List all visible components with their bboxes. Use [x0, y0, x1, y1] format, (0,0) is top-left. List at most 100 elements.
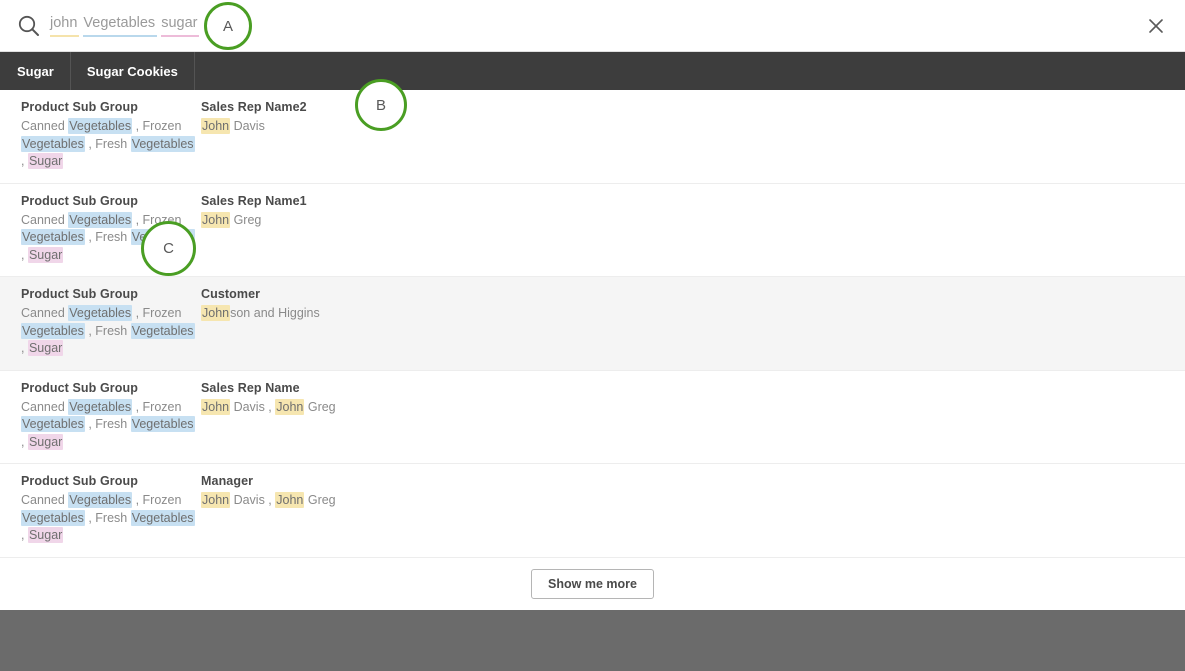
- search-result-row[interactable]: Product Sub Group Canned Vegetables , Fro…: [0, 464, 1185, 558]
- result-field-name: Manager: [201, 474, 1185, 488]
- left-text: Canned: [21, 119, 68, 133]
- right-text: Greg: [304, 400, 335, 414]
- result-field-name: Product Sub Group: [21, 194, 200, 208]
- left-match-veg: Vegetables: [131, 416, 195, 432]
- search-overlay-screen: UK USA Sales Margin (%) 0 0 2012-Jan2012…: [0, 0, 1185, 671]
- show-more-row: Show me more: [0, 558, 1185, 610]
- left-match-veg: Vegetables: [21, 416, 85, 432]
- left-text: , Frozen: [132, 493, 181, 507]
- annotation-marker-a: A: [204, 2, 252, 50]
- result-field-right: Sales Rep Name1 John Greg: [200, 194, 1185, 230]
- left-match-veg: Vegetables: [21, 136, 85, 152]
- left-text: , Fresh: [85, 324, 131, 338]
- search-input[interactable]: john Vegetables sugar: [50, 14, 203, 37]
- left-text: ,: [21, 154, 28, 168]
- result-field-name: Product Sub Group: [21, 381, 200, 395]
- result-tabs: Sugar Sugar Cookies: [0, 52, 1185, 90]
- left-text: Canned: [21, 493, 68, 507]
- result-field-right: Sales Rep Name2 John Davis: [200, 100, 1185, 136]
- left-match-sug: Sugar: [28, 153, 63, 169]
- result-field-values: John Davis: [201, 118, 1185, 136]
- left-match-veg: Vegetables: [131, 323, 195, 339]
- result-field-right: Customer Johnson and Higgins: [200, 287, 1185, 323]
- right-text: Greg: [304, 493, 335, 507]
- left-text: , Frozen: [132, 306, 181, 320]
- left-match-veg: Vegetables: [68, 399, 132, 415]
- right-match-john: John: [201, 492, 230, 508]
- left-match-veg: Vegetables: [131, 136, 195, 152]
- right-text: Davis: [230, 119, 265, 133]
- result-field-values: Canned Vegetables , Frozen Vegetables , …: [21, 399, 200, 452]
- search-bar[interactable]: john Vegetables sugar: [0, 0, 1185, 52]
- result-field-left: Product Sub Group Canned Vegetables , Fro…: [0, 381, 200, 452]
- right-match-john: John: [201, 118, 230, 134]
- result-field-left: Product Sub Group Canned Vegetables , Fro…: [0, 287, 200, 358]
- result-field-name: Product Sub Group: [21, 100, 200, 114]
- left-text: ,: [21, 435, 28, 449]
- left-text: , Frozen: [132, 119, 181, 133]
- right-text: Davis ,: [230, 400, 275, 414]
- left-match-veg: Vegetables: [68, 212, 132, 228]
- search-term-sugar[interactable]: sugar: [161, 14, 199, 37]
- left-match-veg: Vegetables: [131, 510, 195, 526]
- left-match-veg: Vegetables: [68, 305, 132, 321]
- search-results-list: Product Sub Group Canned Vegetables , Fro…: [0, 90, 1185, 558]
- left-match-veg: Vegetables: [21, 510, 85, 526]
- left-text: Canned: [21, 213, 68, 227]
- search-term-vegetables[interactable]: Vegetables: [83, 14, 157, 37]
- result-field-values: Canned Vegetables , Frozen Vegetables , …: [21, 492, 200, 545]
- search-result-row[interactable]: Product Sub Group Canned Vegetables , Fro…: [0, 277, 1185, 371]
- result-field-name: Product Sub Group: [21, 287, 200, 301]
- result-field-name: Customer: [201, 287, 1185, 301]
- left-match-sug: Sugar: [28, 527, 63, 543]
- search-result-row[interactable]: Product Sub Group Canned Vegetables , Fro…: [0, 371, 1185, 465]
- left-match-veg: Vegetables: [21, 323, 85, 339]
- left-text: Canned: [21, 400, 68, 414]
- result-field-values: Canned Vegetables , Frozen Vegetables , …: [21, 305, 200, 358]
- show-me-more-button[interactable]: Show me more: [531, 569, 654, 599]
- right-match-john: John: [201, 305, 230, 321]
- tab-sugar-cookies[interactable]: Sugar Cookies: [71, 52, 195, 90]
- left-text: ,: [21, 528, 28, 542]
- left-match-sug: Sugar: [28, 434, 63, 450]
- left-match-sug: Sugar: [28, 340, 63, 356]
- left-text: , Frozen: [132, 400, 181, 414]
- right-text: Greg: [230, 213, 261, 227]
- result-field-name: Sales Rep Name: [201, 381, 1185, 395]
- result-field-values: Johnson and Higgins: [201, 305, 1185, 323]
- result-field-values: Canned Vegetables , Frozen Vegetables , …: [21, 118, 200, 171]
- annotation-marker-c: C: [141, 221, 196, 276]
- right-match-john: John: [275, 492, 304, 508]
- search-term-john[interactable]: john: [50, 14, 79, 37]
- left-match-veg: Vegetables: [68, 492, 132, 508]
- result-field-name: Sales Rep Name2: [201, 100, 1185, 114]
- result-field-name: Product Sub Group: [21, 474, 200, 488]
- result-field-right: Manager John Davis , John Greg: [200, 474, 1185, 510]
- tab-sugar[interactable]: Sugar: [0, 52, 71, 90]
- left-text: , Fresh: [85, 230, 131, 244]
- annotation-marker-b: B: [355, 79, 407, 131]
- right-text: Davis ,: [230, 493, 275, 507]
- right-match-john: John: [275, 399, 304, 415]
- result-field-name: Sales Rep Name1: [201, 194, 1185, 208]
- left-text: ,: [21, 341, 28, 355]
- result-field-values: John Davis , John Greg: [201, 492, 1185, 510]
- left-text: , Fresh: [85, 137, 131, 151]
- left-text: , Fresh: [85, 511, 131, 525]
- search-result-row[interactable]: Product Sub Group Canned Vegetables , Fro…: [0, 90, 1185, 184]
- result-field-right: Sales Rep Name John Davis , John Greg: [200, 381, 1185, 417]
- left-match-veg: Vegetables: [68, 118, 132, 134]
- left-text: , Fresh: [85, 417, 131, 431]
- result-field-values: John Greg: [201, 212, 1185, 230]
- left-text: ,: [21, 248, 28, 262]
- left-text: Canned: [21, 306, 68, 320]
- right-text: son and Higgins: [230, 306, 320, 320]
- right-match-john: John: [201, 399, 230, 415]
- result-field-left: Product Sub Group Canned Vegetables , Fro…: [0, 474, 200, 545]
- left-match-veg: Vegetables: [21, 229, 85, 245]
- close-icon[interactable]: [1143, 13, 1169, 39]
- left-match-sug: Sugar: [28, 247, 63, 263]
- right-match-john: John: [201, 212, 230, 228]
- search-icon: [16, 13, 42, 39]
- result-field-values: John Davis , John Greg: [201, 399, 1185, 417]
